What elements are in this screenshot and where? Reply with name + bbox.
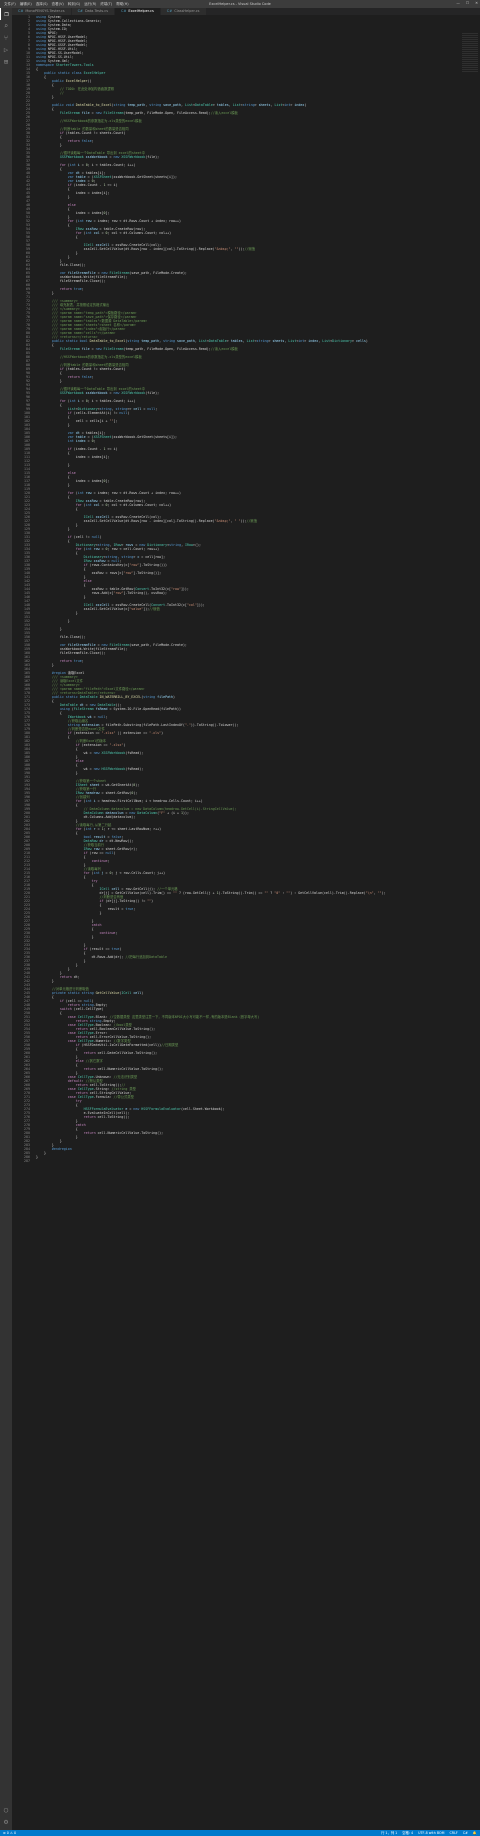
window-control-button[interactable]: ☐ bbox=[466, 1, 469, 5]
editor-tab[interactable]: C# ExcelHelper.cs bbox=[115, 8, 161, 15]
title-bar: 文件(F) 编辑(E) 选择(S) 查看(V) 转到(G) 运行(R) 终端(T) 帮助(H)… bbox=[0, 0, 480, 8]
status-item[interactable]: 🔔 bbox=[473, 1830, 477, 1836]
activity-bar: ❐ ⌕ ⑂ ▷ ⊞ ◯ ⚙ bbox=[0, 8, 12, 1830]
window-control-button[interactable]: ✕ bbox=[475, 1, 478, 5]
csharp-file-icon: C# bbox=[77, 9, 83, 13]
account-icon[interactable]: ◯ bbox=[0, 1804, 12, 1816]
status-item[interactable]: 空格: 4 bbox=[402, 1830, 413, 1836]
status-bar: ⊗ 0 ⚠ 0 行 1，列 1 空格: 4 UTF-8 with BOM CRLF C#… bbox=[0, 1830, 480, 1836]
code-area[interactable]: using System; using System.Collections.Ge… bbox=[36, 15, 460, 1830]
status-item[interactable]: C# bbox=[463, 1830, 468, 1836]
csharp-file-icon: C# bbox=[121, 9, 127, 13]
status-item[interactable]: 行 1，列 1 bbox=[381, 1830, 397, 1836]
extensions-icon[interactable]: ⊞ bbox=[0, 56, 12, 68]
source-control-icon[interactable]: ⑂ bbox=[0, 32, 12, 44]
tab-label: ExcelHelper.cs bbox=[128, 9, 154, 13]
status-item[interactable]: CRLF bbox=[449, 1830, 457, 1836]
line-number: 287 bbox=[24, 1159, 30, 1163]
status-right: 行 1，列 1 空格: 4 UTF-8 with BOM CRLF C# 🔔 bbox=[381, 1830, 477, 1836]
status-item[interactable]: UTF-8 with BOM bbox=[418, 1830, 444, 1836]
gear-icon[interactable]: ⚙ bbox=[0, 1816, 12, 1828]
code-line[interactable] bbox=[36, 1159, 460, 1163]
tab-label: Data.Tests.cs bbox=[84, 9, 109, 13]
tab-label: ClassHelper.cs bbox=[174, 9, 200, 13]
code-editor[interactable]: 1 2 3 4 5 6 7 8 9 10 11 12 13 14 15 16 17 18 19 20 21 22 23 24 2… bbox=[12, 15, 460, 1830]
tab-label: MonoPENSYS.Tester.cs bbox=[25, 9, 65, 13]
window-controls: — ☐ ✕ bbox=[456, 1, 478, 5]
editor-tabs: C# MonoPENSYS.Tester.cs C# Data.Tests.cs C# E… bbox=[12, 8, 480, 15]
search-icon[interactable]: ⌕ bbox=[0, 20, 12, 32]
csharp-file-icon: C# bbox=[166, 9, 173, 13]
run-debug-icon[interactable]: ▷ bbox=[0, 44, 12, 56]
files-icon[interactable]: ❐ bbox=[0, 8, 12, 20]
editor-tab[interactable]: C# ClassHelper.cs bbox=[160, 8, 207, 15]
minimap[interactable] bbox=[460, 15, 480, 1830]
window-control-button[interactable]: — bbox=[456, 1, 460, 5]
csharp-file-icon: C# bbox=[18, 9, 24, 13]
editor-tab[interactable]: C# MonoPENSYS.Tester.cs bbox=[12, 8, 72, 15]
problems-status[interactable]: ⊗ 0 ⚠ 0 bbox=[3, 1830, 16, 1836]
editor-tab[interactable]: C# Data.Tests.cs bbox=[71, 8, 116, 15]
line-number-gutter: 1 2 3 4 5 6 7 8 9 10 11 12 13 14 15 16 17 18 19 20 21 22 23 24 2… bbox=[12, 15, 32, 1830]
window-title: ExcelHelper.cs - Visual Studio Code bbox=[209, 2, 271, 6]
